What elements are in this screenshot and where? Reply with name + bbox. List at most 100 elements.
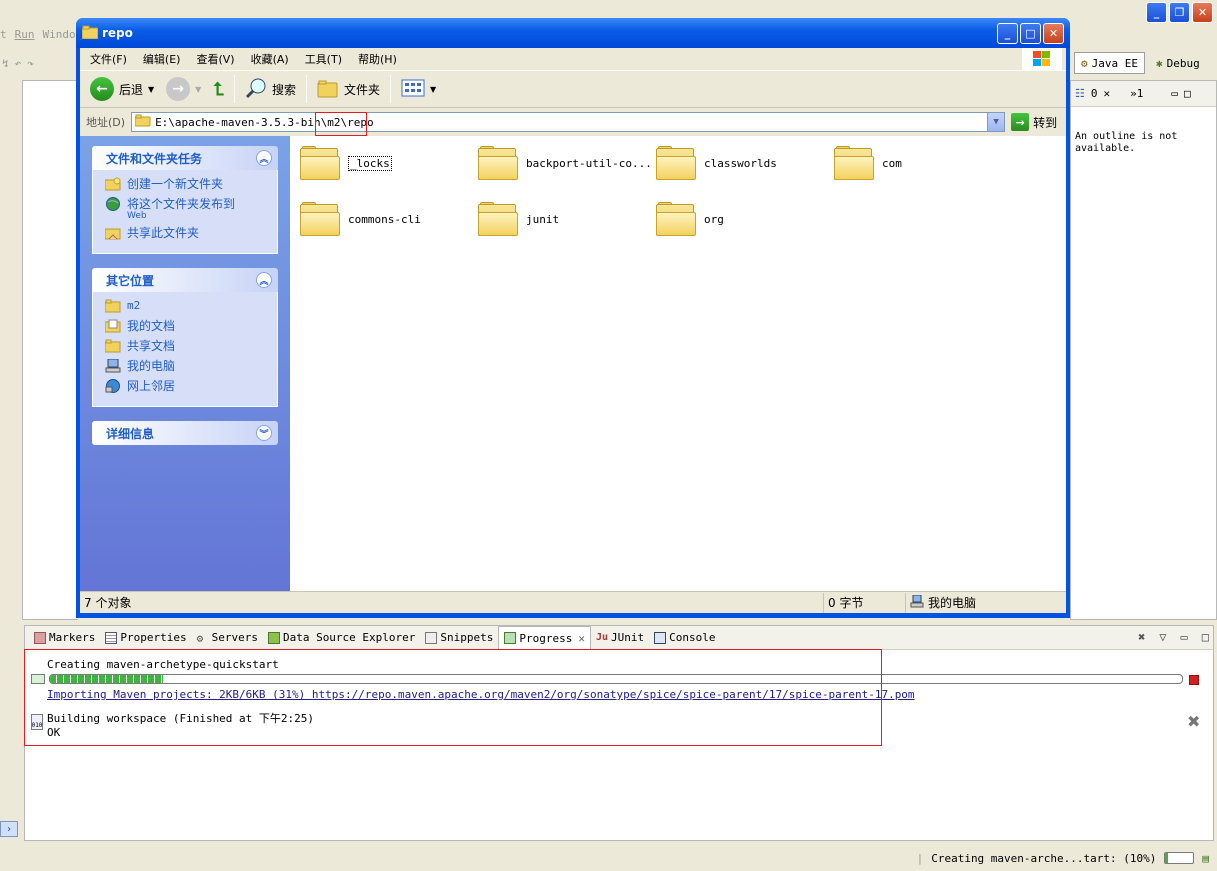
eclipse-restore-button[interactable]: ❐ — [1169, 2, 1190, 23]
bottom-tab-bar: Markers Properties ⚙ Servers Data Source … — [25, 625, 1213, 650]
maximize-icon[interactable]: □ — [1184, 87, 1191, 100]
menu-file[interactable]: 文件(F) — [90, 51, 127, 67]
tab-progress[interactable]: Progress ✕ — [498, 625, 591, 650]
explorer-window: repo _ □ ✕ 文件(F) 编辑(E) 查看(V) 收藏(A) 工具(T)… — [76, 18, 1070, 618]
task-label: 将这个文件夹发布到 — [127, 197, 236, 211]
status-progress-fill — [1165, 853, 1169, 863]
collapse-chevron-icon[interactable]: ︽ — [256, 272, 272, 288]
task-group-body: 创建一个新文件夹 将这个文件夹发布到 Web 共享此文件夹 — [92, 170, 278, 254]
folder-content-area: _locks backport-util-co... classworlds c… — [290, 136, 1066, 591]
task-group-header[interactable]: 其它位置 ︽ — [92, 268, 278, 292]
views-grid-icon — [401, 79, 425, 100]
place-shared-documents[interactable]: 共享文档 — [104, 338, 269, 354]
maximize-button[interactable]: □ — [1020, 23, 1041, 44]
tab-servers[interactable]: ⚙ Servers — [192, 626, 263, 650]
outline-tab[interactable]: 0 — [1091, 87, 1098, 100]
tab-properties[interactable]: Properties — [100, 626, 191, 650]
task-label: 共享此文件夹 — [127, 226, 200, 240]
eclipse-menu-partial[interactable]: t — [0, 28, 7, 44]
progress-icon — [504, 632, 517, 644]
minimize-icon[interactable]: ▭ — [1171, 87, 1178, 100]
up-folder-button[interactable]: ⮤ — [209, 74, 228, 104]
place-m2[interactable]: m2 — [104, 298, 269, 314]
remove-all-finished-icon[interactable]: ✖ — [1138, 630, 1145, 644]
tab-markers[interactable]: Markers — [29, 626, 100, 650]
search-button[interactable]: 搜索 — [241, 74, 300, 104]
chevron-down-icon[interactable]: ▼ — [148, 85, 154, 94]
share-folder-icon — [104, 226, 121, 240]
address-bar: 地址(D) E:\apache-maven-3.5.3-bin\m2\repo … — [80, 108, 1066, 136]
background-job-status[interactable]: Creating maven-arche...tart: (10%) — [931, 852, 1156, 865]
folder-item[interactable]: backport-util-co... — [478, 146, 652, 180]
minimize-button[interactable]: _ — [997, 23, 1018, 44]
expand-chevron-icon[interactable]: ︾ — [256, 425, 272, 441]
task-group-header[interactable]: 详细信息 ︾ — [92, 421, 278, 445]
close-icon[interactable]: ✕ — [1104, 87, 1111, 100]
java-ee-perspective-icon: ⚙ — [1081, 56, 1088, 70]
explorer-title-bar[interactable]: repo _ □ ✕ — [76, 18, 1070, 48]
task-publish-web[interactable]: 将这个文件夹发布到 Web — [105, 196, 269, 221]
tab-label: Snippets — [440, 631, 494, 644]
folder-label: classworlds — [704, 156, 777, 170]
place-network-places[interactable]: 网上邻居 — [105, 378, 269, 394]
view-menu-icon[interactable]: ▽ — [1159, 630, 1166, 644]
restore-view-button[interactable]: › — [0, 821, 18, 837]
eclipse-menu-run[interactable]: Run — [15, 28, 35, 44]
menu-favorites[interactable]: 收藏(A) — [251, 51, 289, 67]
menu-help[interactable]: 帮助(H) — [358, 51, 397, 67]
folder-icon — [656, 202, 696, 236]
remove-job-icon[interactable]: ✖ — [1187, 712, 1200, 731]
collapse-chevron-icon[interactable]: ︽ — [256, 150, 272, 166]
back-button[interactable]: ← 后退 ▼ — [86, 74, 158, 104]
data-source-icon — [267, 631, 280, 644]
folder-item[interactable]: com — [834, 146, 902, 180]
go-button[interactable]: → 转到 — [1011, 113, 1057, 131]
maximize-icon[interactable]: □ — [1202, 630, 1209, 644]
close-button[interactable]: ✕ — [1043, 23, 1064, 44]
folder-item[interactable]: commons-cli — [300, 202, 421, 236]
menu-tools[interactable]: 工具(T) — [305, 51, 342, 67]
folder-item[interactable]: _locks — [300, 146, 392, 180]
close-icon[interactable]: ✕ — [578, 632, 585, 645]
eclipse-menu-window[interactable]: Windo — [43, 28, 76, 44]
tab-label: JUnit — [611, 631, 645, 644]
explorer-status-bar: 7 个对象 0 字节 我的电脑 — [80, 591, 1066, 613]
address-dropdown-icon[interactable]: ▼ — [987, 113, 1005, 131]
network-places-icon — [105, 379, 121, 393]
tab-snippets[interactable]: Snippets — [420, 626, 498, 650]
folder-label: commons-cli — [348, 212, 421, 226]
eclipse-close-button[interactable]: ✕ — [1192, 2, 1213, 23]
forward-button[interactable]: → ▼ — [162, 74, 205, 104]
task-group-header[interactable]: 文件和文件夹任务 ︽ — [92, 146, 278, 170]
undo-icon[interactable]: ↶ — [15, 57, 22, 70]
folders-button[interactable]: 文件夹 — [313, 74, 384, 104]
task-share-folder[interactable]: 共享此文件夹 — [104, 225, 269, 241]
tab-data-source-explorer[interactable]: Data Source Explorer — [263, 626, 420, 650]
perspective-java-ee[interactable]: ⚙ Java EE — [1074, 52, 1145, 74]
folder-item[interactable]: classworlds — [656, 146, 777, 180]
place-my-computer[interactable]: 我的电脑 — [105, 358, 269, 374]
tab-junit[interactable]: Ju JUnit — [591, 626, 649, 650]
address-label: 地址(D) — [86, 116, 126, 129]
menu-edit[interactable]: 编辑(E) — [143, 51, 181, 67]
nav-icon[interactable]: ↯ — [2, 57, 9, 70]
redo-icon[interactable]: ↷ — [27, 57, 34, 70]
perspective-debug[interactable]: ✱ Debug — [1149, 52, 1207, 74]
overflow-tabs[interactable]: »1 — [1130, 87, 1143, 100]
views-button[interactable]: ▼ — [397, 74, 440, 104]
stop-job-button[interactable] — [1189, 675, 1199, 685]
outline-view: ☷ 0 ✕ »1 ▭ □ An outline is not available… — [1070, 80, 1217, 620]
windows-logo-icon — [1022, 48, 1062, 70]
progress-view-icon[interactable]: ▤ — [1202, 852, 1209, 865]
place-my-documents[interactable]: 我的文档 — [104, 318, 269, 334]
menu-view[interactable]: 查看(V) — [196, 51, 234, 67]
task-new-folder[interactable]: 创建一个新文件夹 — [104, 176, 269, 192]
folder-item[interactable]: org — [656, 202, 724, 236]
chevron-down-icon[interactable]: ▼ — [195, 85, 201, 94]
folder-item[interactable]: junit — [478, 202, 559, 236]
address-input[interactable]: E:\apache-maven-3.5.3-bin\m2\repo ▼ — [131, 112, 1006, 132]
tab-console[interactable]: Console — [649, 626, 720, 650]
eclipse-minimize-button[interactable]: _ — [1146, 2, 1167, 23]
chevron-down-icon[interactable]: ▼ — [430, 85, 436, 94]
minimize-icon[interactable]: ▭ — [1181, 630, 1188, 644]
